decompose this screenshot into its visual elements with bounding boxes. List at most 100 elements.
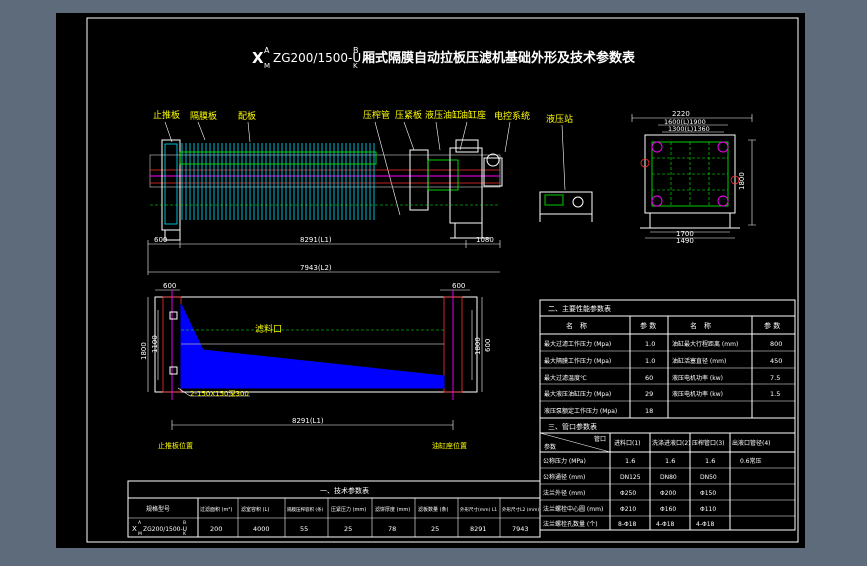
table-cell: 1.5	[770, 390, 780, 398]
title-sub-k: K	[353, 62, 358, 70]
col-header: 参 数	[764, 321, 780, 330]
table-cell: DN50	[700, 474, 717, 481]
table-cell: Φ250	[620, 490, 636, 497]
dim-8291-top: 8291(L1)	[300, 236, 332, 244]
table-cell: 1.0	[645, 357, 655, 365]
table-cell: 25	[431, 525, 439, 533]
col-header: 隔膜压榨容积 (条)	[287, 506, 324, 513]
table-cell: 18	[645, 407, 653, 415]
cad-drawing: X A M ZG200/1500-U B K 厢式隔膜自动拉板压滤机基础外形及技…	[56, 13, 805, 548]
table-cell: 最大过滤工作压力 (Mpa)	[544, 340, 611, 348]
col-header: 洗涤进液口(2)	[652, 439, 691, 447]
dim-1080: 1080	[476, 236, 494, 244]
col-header: 名 称	[566, 321, 587, 330]
table-cell: 25	[344, 525, 352, 533]
dim-2220: 2220	[672, 110, 690, 118]
dim-8291-bottom: 8291(L1)	[292, 417, 324, 425]
ports-title: 三、管口参数表	[548, 422, 597, 431]
dim-1800-left: 1800	[140, 342, 148, 360]
table-cell: 4-Φ18	[656, 521, 675, 528]
title-model: ZG200/1500-U	[273, 51, 361, 65]
col-header: 外形尺寸L2 (mm)	[502, 506, 539, 513]
col-header: 压紧压力 (mm)	[331, 506, 366, 513]
dim-7943: 7943(L2)	[300, 264, 332, 272]
table-cell: 800	[770, 340, 782, 348]
table-cell: 55	[300, 525, 308, 533]
table-cell: 最大过滤温度℃	[544, 374, 587, 382]
dim-1800-right: 1800	[474, 337, 482, 355]
table-cell: 法兰螺栓孔数量 (个)	[543, 520, 598, 528]
table-cell: 油缸最大行程距离 (mm)	[672, 340, 738, 348]
dim-1490: 1490	[676, 237, 694, 245]
table-cell: 法兰螺栓中心圆 (mm)	[543, 505, 603, 513]
table-cell: 法兰外径 (mm)	[543, 489, 585, 497]
foundation-left-label: 止推板位置	[158, 441, 193, 450]
table-cell: DN125	[620, 474, 641, 481]
title-sup-b: B	[353, 46, 359, 55]
callout-electric-control: 电控系统	[494, 110, 530, 122]
dim-1300: 1300(L)1360	[668, 125, 710, 133]
table-cell: 液压泵额定工作压力 (Mpa)	[544, 407, 617, 415]
slot-note: 2-150X150深300	[190, 389, 249, 398]
callout-press-board: 压紧板	[395, 109, 422, 121]
table-cell: 公称通径 (mm)	[543, 473, 585, 481]
table-cell: 78	[388, 525, 396, 533]
feed-port-label: 滤料口	[255, 323, 282, 335]
col-header: 参 数	[640, 321, 656, 330]
dim-600-right: 600	[484, 339, 492, 352]
table-cell: 29	[645, 390, 653, 398]
col-header: 出液口管径(4)	[732, 439, 771, 447]
table-cell: 0.6常压	[740, 457, 762, 465]
callout-filter-plate: 配板	[238, 110, 256, 122]
foundation-right-label: 油缸座位置	[432, 441, 467, 450]
table-cell: 4-Φ18	[696, 521, 715, 528]
dim-1800-vertical: 1800	[738, 172, 746, 190]
col-header: 进料口(1)	[614, 439, 641, 447]
table-cell: 4000	[253, 525, 270, 533]
table-cell: 1.0	[645, 340, 655, 348]
table-cell: 最大液压油缸压力 (Mpa)	[544, 390, 611, 398]
table-cell: 1.6	[625, 457, 635, 465]
col-header: 滤室容积 (L)	[241, 506, 269, 513]
col-header: 名 称	[690, 321, 711, 330]
table-cell: 60	[645, 374, 653, 382]
table-cell: 8291	[470, 525, 487, 533]
col-header: 规格型号	[146, 505, 170, 513]
tech-title: 一、技术参数表	[320, 486, 369, 495]
col-header: 滤饼厚度 (mm)	[375, 506, 410, 513]
title-text: 厢式隔膜自动拉板压滤机基础外形及技术参数表	[362, 50, 636, 66]
table-cell: Φ110	[700, 506, 716, 513]
dim-1100-left: 1100	[151, 335, 159, 353]
table-cell: 液压电机功率 (kw)	[672, 390, 723, 398]
ports-corner-bottom: 参数	[544, 443, 556, 451]
callout-hydraulic-station: 液压站	[546, 113, 573, 125]
dim-600-left: 600	[154, 236, 167, 244]
col-header: 过滤面积 (m²)	[200, 506, 232, 513]
title-sup-a: A	[264, 46, 270, 55]
callout-cylinder-seat: 油缸座	[459, 109, 486, 121]
table-cell: Φ210	[620, 506, 636, 513]
table-cell: 200	[210, 525, 222, 533]
table-cell: Φ200	[660, 490, 676, 497]
table-cell: 1.6	[665, 457, 675, 465]
table-cell: 最大隔膜工作压力 (Mpa)	[544, 357, 611, 365]
cad-viewport[interactable]: X A M ZG200/1500-U B K 厢式隔膜自动拉板压滤机基础外形及技…	[0, 0, 867, 562]
table-cell: 7943	[512, 525, 529, 533]
dim-600-b: 600	[452, 282, 465, 290]
table-cell: Φ160	[660, 506, 676, 513]
col-header: 压榨管口(3)	[692, 439, 725, 447]
main-params-title: 二、主要性能参数表	[548, 304, 611, 313]
callout-stop-plate: 止推板	[153, 109, 180, 121]
table-cell: 液压电机功率 (kw)	[672, 374, 723, 382]
col-header: 滤板数量 (条)	[418, 506, 449, 513]
model-main: ZG200/1500-U	[143, 526, 187, 533]
table-cell: DN80	[660, 474, 677, 481]
callout-membrane-plate: 隔膜板	[190, 110, 217, 122]
table-cell: 7.5	[770, 374, 780, 382]
title-sub-m: M	[264, 62, 270, 70]
title-prefix: X	[252, 49, 264, 67]
table-cell: Φ150	[700, 490, 716, 497]
table-cell: 450	[770, 357, 782, 365]
callout-press-pipe: 压榨管	[363, 109, 390, 121]
model-sub-m: M	[138, 531, 142, 537]
